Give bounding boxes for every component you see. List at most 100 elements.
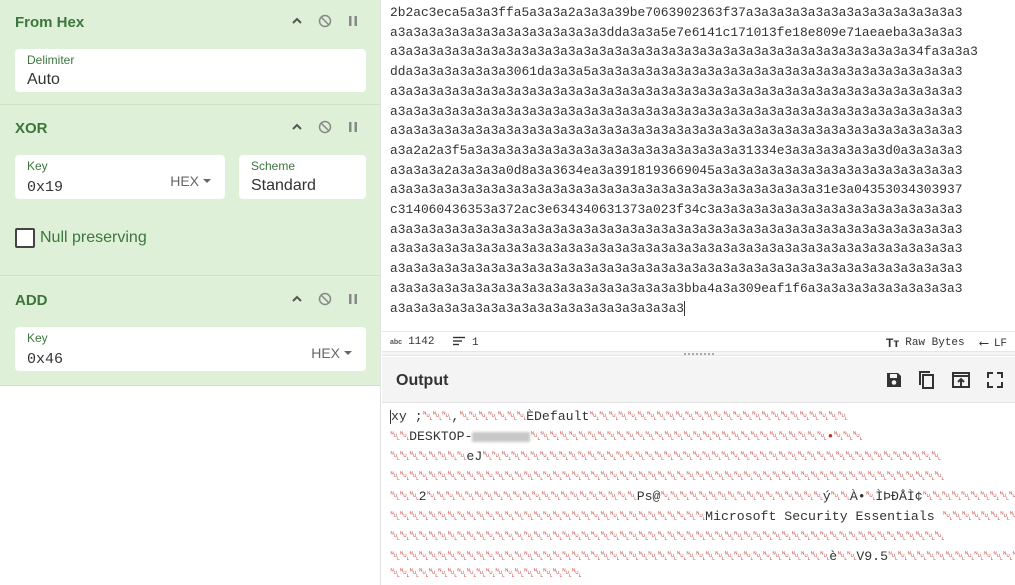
output-text: xy ;: [391, 409, 423, 424]
control-chars: ␀␀␀␀␀␀␀␀: [390, 449, 467, 464]
chevron-up-icon[interactable]: [290, 14, 304, 28]
output-text: 2: [418, 489, 427, 504]
key-format-dropdown[interactable]: HEX: [311, 345, 352, 361]
output-line: ␀␀␀␀␀␀␀␀␀␀␀␀␀␀␀␀␀␀␀␀: [390, 566, 582, 581]
pause-icon[interactable]: [346, 120, 360, 134]
disable-icon[interactable]: [318, 120, 332, 134]
output-text: DESKTOP-: [409, 429, 473, 444]
field-value: Auto: [27, 71, 60, 88]
control-chars: ␀␀␀␀␀␀␀␀␀␀␀␀␀␀␀␀␀␀␀␀␀␀␀␀␀␀␀␀␀␀␀␀␀␀␀␀␀␀␀␀…: [390, 469, 945, 484]
control-chars: ␀␀: [837, 549, 857, 564]
length-indicator: abc 1142: [390, 336, 435, 348]
input-line: c314060436353a372ac3e634340631373a023f34…: [390, 202, 963, 218]
op-from-hex: From Hex Delimiter Auto: [0, 0, 380, 105]
raw-bytes-button[interactable]: Tт Raw Bytes: [886, 336, 965, 350]
key-format-dropdown[interactable]: HEX: [170, 173, 211, 189]
op-title: ADD: [15, 292, 48, 309]
chevron-up-icon[interactable]: [290, 120, 304, 134]
output-text: V9.5: [856, 549, 888, 564]
output-text: Ps@: [636, 489, 661, 504]
pause-icon[interactable]: [346, 292, 360, 306]
input-textarea[interactable]: 2b2ac3eca5a3a3ffa5a3a3a2a3a3a39be7063902…: [390, 3, 1013, 318]
input-status-bar: abc 1142 1 Tт Raw Bytes ⟵ LF: [382, 331, 1015, 351]
input-line: 2b2ac3eca5a3a3ffa5a3a3a2a3a3a39be7063902…: [390, 5, 963, 20]
input-line: a3a3a3a3a3a3a3a3a3a3a3a3a3a3a3a3a3a3a3: [390, 300, 685, 316]
input-line: a3a3a3a3a3a3a3a3a3a3a3a3a3a3a3a3a3a3a3a3…: [390, 123, 963, 139]
op-xor: XOR Key 0x19 HEX Scheme Standard Null pr…: [0, 105, 380, 276]
output-text: À•: [849, 489, 866, 504]
control-chars: ␀␀␀␀␀␀␀␀␀␀␀␀␀␀␀␀␀␀␀␀␀␀␀␀␀␀␀␀␀␀␀␀␀␀␀␀␀␀␀␀…: [482, 449, 941, 464]
redacted-hostname: [472, 431, 531, 442]
output-text: eJ: [466, 449, 483, 464]
control-chars: ␀␀␀␀␀␀␀␀␀␀␀␀␀␀␀␀␀␀␀: [922, 489, 1015, 504]
output-line: ␀␀␀␀␀␀␀␀eJ␀␀␀␀␀␀␀␀␀␀␀␀␀␀␀␀␀␀␀␀␀␀␀␀␀␀␀␀␀␀…: [390, 449, 942, 464]
input-line: a3a3a3a3a3a3a3a3a3a3a3a3a3a3dda3a3a5e7e6…: [390, 24, 963, 40]
lines-indicator: 1: [452, 336, 479, 350]
replace-input-icon[interactable]: [950, 369, 972, 391]
field-label: Key: [27, 159, 48, 173]
input-line: dda3a3a3a3a3a3a3061da3a3a5a3a3a3a3a3a3a3…: [390, 64, 963, 80]
eol-button[interactable]: ⟵ LF: [980, 336, 1007, 351]
op-add: ADD Key 0x46 HEX: [0, 276, 380, 386]
pause-icon[interactable]: [346, 14, 360, 28]
input-line: a3a3a3a3a3a3a3a3a3a3a3a3a3a3a3a3a3a3a3a3…: [390, 103, 963, 119]
control-chars: ␀␀␀␀␀␀␀␀␀␀␀␀␀␀␀␀: [942, 509, 1015, 524]
add-key-field[interactable]: Key 0x46 HEX: [15, 327, 366, 371]
field-label: Delimiter: [27, 53, 75, 67]
checkbox-label: Null preserving: [40, 229, 147, 246]
output-text: ý: [822, 489, 831, 504]
control-chars: ␀␀␀␀␀␀␀␀␀␀␀␀␀␀␀␀␀␀␀␀␀␀␀␀␀: [887, 549, 1015, 564]
input-line: a3a2a2a3f5a3a3a3a3a3a3a3a3a3a3a3a3a3a3a3…: [390, 142, 963, 158]
chevron-down-icon: [203, 179, 211, 183]
copy-icon[interactable]: [916, 369, 938, 391]
input-line: a3a3a3a3a3a3a3a3a3a3a3a3a3a3a3a3a3a3a3a3…: [390, 221, 963, 237]
field-value: Standard: [251, 177, 316, 194]
text-cursor: [683, 300, 685, 316]
fullscreen-icon[interactable]: [984, 369, 1006, 391]
control-chars: ␀␀␀␀␀␀␀␀␀␀␀␀␀␀␀␀␀␀␀␀␀␀␀␀␀␀␀␀␀␀␀␀␀: [390, 509, 706, 524]
input-line: a3a3a3a3a3a3a3a3a3a3a3a3a3a3a3a3a3a3a3bb…: [390, 280, 963, 296]
delimiter-field[interactable]: Delimiter Auto: [15, 49, 366, 92]
input-line: a3a3a3a3a3a3a3a3a3a3a3a3a3a3a3a3a3a3a3a3…: [390, 182, 963, 198]
input-line: a3a3a3a2a3a3a3a0d8a3a3634ea3a39181936690…: [390, 162, 963, 178]
output-textarea[interactable]: xy ;␀␀␀,␀␀␀␀␀␀␀ÈDefault␀␀␀␀␀␀␀␀␀␀␀␀␀␀␀␀␀…: [382, 404, 1015, 585]
output-line: ␀␀␀2␀␀␀␀␀␀␀␀␀␀␀␀␀␀␀␀␀␀␀␀␀␀Ps@␀␀␀␀␀␀␀␀␀␀␀…: [390, 489, 1015, 504]
output-line: ␀␀␀␀␀␀␀␀␀␀␀␀␀␀␀␀␀␀␀␀␀␀␀␀␀␀␀␀␀␀␀␀␀␀␀␀␀␀␀␀…: [390, 469, 945, 484]
op-title: XOR: [15, 120, 48, 137]
output-line: ␀␀␀␀␀␀␀␀␀␀␀␀␀␀␀␀␀␀␀␀␀␀␀␀␀␀␀␀␀␀␀␀␀Microso…: [390, 509, 1015, 524]
save-icon[interactable]: [883, 369, 905, 391]
input-pane[interactable]: 2b2ac3eca5a3a3ffa5a3a3a2a3a3a39be7063902…: [382, 0, 1015, 330]
field-value: 0x46: [27, 351, 64, 368]
control-chars: ␀␀␀␀␀␀␀␀␀␀␀␀␀␀␀␀␀: [660, 489, 823, 504]
control-chars: ␀␀␀␀␀␀␀␀␀␀␀␀␀␀␀␀␀␀␀␀␀␀: [426, 489, 638, 504]
pane-resize-handle[interactable]: [382, 351, 1015, 356]
text-size-icon: Tт: [886, 336, 900, 350]
control-chars: ␀␀␀: [390, 489, 420, 504]
scheme-field[interactable]: Scheme Standard: [239, 155, 366, 199]
output-line: ␀␀DESKTOP- ␀␀␀␀␀␀␀␀␀␀␀␀␀␀␀␀␀␀␀␀␀␀␀␀␀␀␀␀␀␀…: [390, 429, 863, 444]
xor-key-field[interactable]: Key 0x19 HEX: [15, 155, 225, 199]
control-chars: ␀␀: [390, 429, 410, 444]
input-line: a3a3a3a3a3a3a3a3a3a3a3a3a3a3a3a3a3a3a3a3…: [390, 261, 963, 277]
control-chars: ␀␀␀: [422, 409, 453, 424]
input-line: a3a3a3a3a3a3a3a3a3a3a3a3a3a3a3a3a3a3a3a3…: [390, 44, 978, 60]
chevron-up-icon[interactable]: [290, 292, 304, 306]
output-line: ␀␀␀␀␀␀␀␀␀␀␀␀␀␀␀␀␀␀␀␀␀␀␀␀␀␀␀␀␀␀␀␀␀␀␀␀␀␀␀␀…: [390, 529, 945, 544]
lines-icon: [452, 336, 466, 350]
output-text: Microsoft Security Essentials: [705, 509, 943, 524]
field-label: Scheme: [251, 159, 296, 173]
op-title: From Hex: [15, 14, 85, 31]
output-text: ÈDefault: [526, 409, 590, 424]
disable-icon[interactable]: [318, 292, 332, 306]
control-chars: ␀: [865, 489, 877, 504]
control-chars: ␀␀␀␀␀␀␀␀␀␀␀␀␀␀␀␀␀␀␀␀␀␀␀␀␀␀␀: [589, 409, 848, 424]
null-preserving-checkbox[interactable]: [15, 228, 35, 248]
control-chars: ␀␀: [830, 489, 851, 504]
field-value: 0x19: [27, 179, 64, 196]
input-line: a3a3a3a3a3a3a3a3a3a3a3a3a3a3a3a3a3a3a3a3…: [390, 241, 963, 257]
control-chars: ␀␀␀␀␀␀␀␀␀␀␀␀␀␀␀␀␀␀␀␀␀␀␀␀␀␀␀␀␀␀␀•␀␀␀: [530, 429, 863, 444]
field-label: Key: [27, 331, 48, 345]
disable-icon[interactable]: [318, 14, 332, 28]
control-chars: ␀␀␀␀␀␀␀␀␀␀␀␀␀␀␀␀␀␀␀␀␀␀␀␀␀␀␀␀␀␀␀␀␀␀␀␀␀␀␀␀…: [390, 549, 830, 564]
length-icon: abc: [390, 338, 403, 346]
